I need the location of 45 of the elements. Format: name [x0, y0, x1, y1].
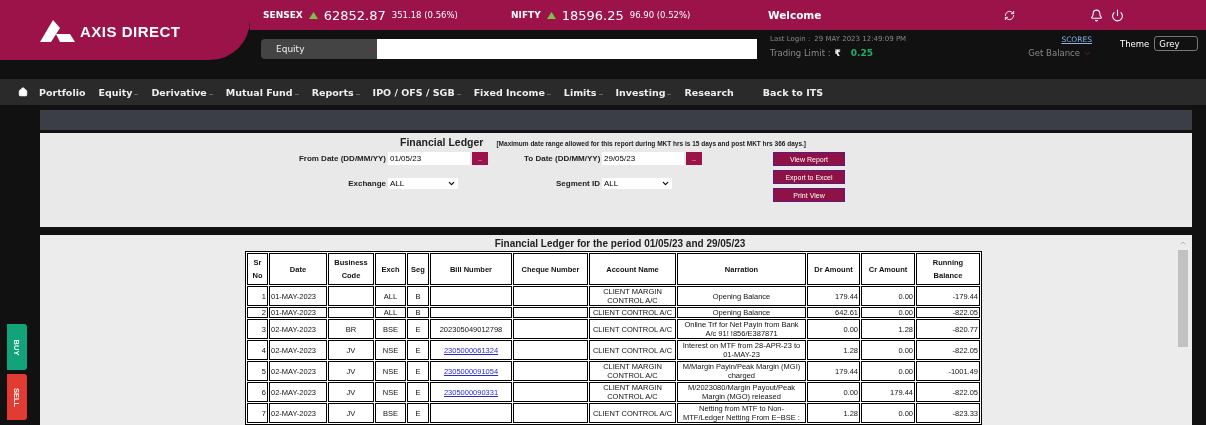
- from-date-label: From Date (DD/MM/YY): [297, 154, 387, 163]
- to-date-label: To Date (DD/MM/YY): [524, 154, 602, 163]
- refresh-icon[interactable]: [1004, 9, 1015, 21]
- logo-icon: [40, 20, 76, 42]
- chevron-down-icon: [661, 179, 670, 188]
- chevron-down-icon: [447, 179, 456, 188]
- exchange-label: Exchange: [347, 179, 387, 188]
- index-change: 351.18 (0.56%): [391, 10, 458, 20]
- scrollbar-thumb[interactable]: [1178, 250, 1188, 347]
- segment-id-label: Segment ID: [555, 179, 601, 188]
- power-icon[interactable]: [1111, 8, 1124, 22]
- segment-id-dropdown[interactable]: ALL: [602, 178, 672, 189]
- bell-icon[interactable]: [1090, 8, 1103, 22]
- nav-menu-item[interactable]: Research: [684, 86, 734, 98]
- from-date-field[interactable]: 01/05/23: [388, 152, 470, 165]
- search-field[interactable]: [377, 39, 757, 59]
- index-value: 18596.25: [561, 7, 624, 23]
- index-name: NIFTY: [511, 10, 541, 20]
- nav-menu-item[interactable]: Derivative: [151, 86, 213, 98]
- logo-text: AXIS DIRECT: [80, 23, 181, 40]
- report-title: Financial Ledger for the period 01/05/23 and 29/05/23: [493, 238, 746, 249]
- nav-menu-item[interactable]: Investing: [615, 86, 672, 98]
- form-title: Financial Ledger: [400, 136, 484, 148]
- segment-dropdown[interactable]: Equity: [261, 39, 377, 59]
- nav-menu-item[interactable]: Reports: [311, 86, 360, 98]
- nav-menu-item[interactable]: Equity: [98, 86, 139, 98]
- index-change: 96.90 (0.52%): [629, 10, 691, 20]
- trading-limit-label: Trading Limit :: [770, 48, 831, 58]
- trading-limit-value: 0.25: [850, 48, 873, 58]
- nav-menu-item[interactable]: Back to ITS: [762, 86, 823, 98]
- theme-dropdown[interactable]: Grey: [1154, 36, 1199, 51]
- index-value: 62852.87: [323, 7, 386, 23]
- get-balance-dropdown[interactable]: Get Balance: [1028, 48, 1092, 58]
- nav-menu-item[interactable]: Mutual Fund: [225, 86, 299, 98]
- index-name: SENSEX: [263, 10, 303, 20]
- nav-menu-item[interactable]: IPO / OFS / SGB: [372, 86, 461, 98]
- nav-menu-item[interactable]: Fixed Income: [473, 86, 551, 98]
- currency-symbol: ₹: [834, 48, 841, 58]
- exchange-dropdown[interactable]: ALL: [388, 178, 458, 189]
- theme-label: Theme: [1120, 38, 1150, 49]
- home-icon[interactable]: [18, 87, 28, 98]
- welcome-text: Welcome: [768, 9, 823, 21]
- to-date-field[interactable]: 29/05/23: [602, 152, 684, 165]
- nav-menu-item[interactable]: Limits: [563, 86, 603, 98]
- nav-menu-item[interactable]: Portfolio: [39, 86, 86, 98]
